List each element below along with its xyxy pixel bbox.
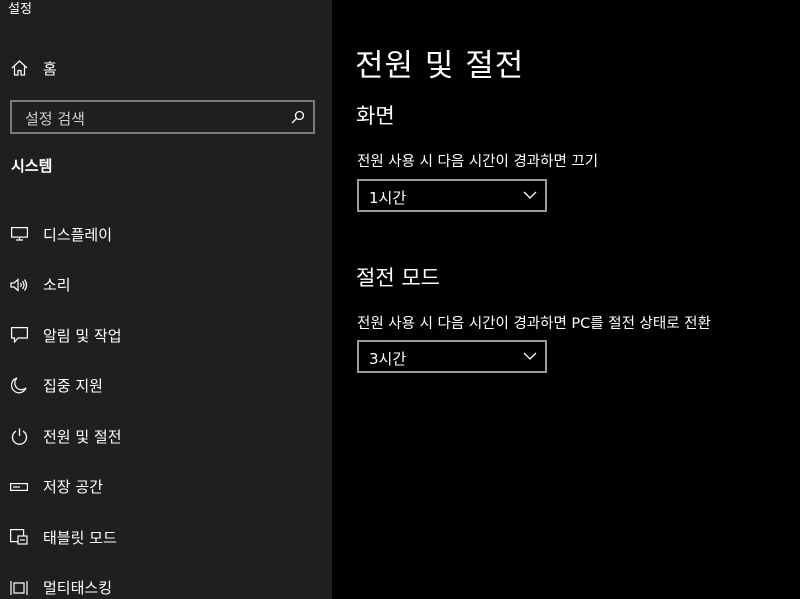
sidebar-nav: 디스플레이 소리 알림 및 작업 집중 지원 전원 및 절전 저장 공간 태블릿… <box>0 209 332 599</box>
sidebar-item-label: 디스플레이 <box>43 225 113 244</box>
sidebar-item-storage[interactable]: 저장 공간 <box>0 462 332 513</box>
power-icon <box>10 427 28 445</box>
home-label: 홈 <box>43 59 57 78</box>
sidebar-item-label: 집중 지원 <box>43 377 103 396</box>
search-placeholder: 설정 검색 <box>25 110 85 128</box>
main-content: 전원 및 절전 화면 전원 사용 시 다음 시간이 경과하면 끄기 1시간 절전… <box>332 0 800 599</box>
sleep-timeout-value: 3시간 <box>369 350 407 368</box>
sidebar-item-label: 멀티태스킹 <box>43 579 113 598</box>
chevron-down-icon <box>523 351 537 361</box>
sidebar-item-power-sleep[interactable]: 전원 및 절전 <box>0 411 332 462</box>
home-nav-item[interactable]: 홈 <box>0 52 332 84</box>
section-heading-system: 시스템 <box>11 157 53 175</box>
notification-icon <box>10 326 28 344</box>
home-icon <box>11 60 28 76</box>
app-title: 설정 <box>8 2 32 17</box>
sidebar-item-label: 전원 및 절전 <box>43 427 122 446</box>
display-icon <box>10 225 28 243</box>
multitasking-icon <box>10 579 28 597</box>
sleep-timeout-label: 전원 사용 시 다음 시간이 경과하면 PC를 절전 상태로 전환 <box>357 316 711 332</box>
sidebar-item-label: 저장 공간 <box>43 478 103 497</box>
storage-icon <box>10 478 28 496</box>
sidebar-item-tablet-mode[interactable]: 태블릿 모드 <box>0 512 332 563</box>
screen-timeout-dropdown[interactable]: 1시간 <box>357 179 547 212</box>
sidebar-item-display[interactable]: 디스플레이 <box>0 209 332 260</box>
search-input[interactable]: 설정 검색 <box>10 100 315 134</box>
page-title: 전원 및 절전 <box>355 48 525 84</box>
chevron-down-icon <box>523 190 537 200</box>
settings-window: 설정 홈 설정 검색 시스템 디스플레이 소리 알림 및 작업 집중 지원 전원… <box>0 0 800 599</box>
sidebar-item-multitasking[interactable]: 멀티태스킹 <box>0 563 332 599</box>
sidebar-item-label: 소리 <box>43 276 71 295</box>
screen-timeout-value: 1시간 <box>369 189 407 207</box>
sidebar-item-label: 알림 및 작업 <box>43 326 122 345</box>
sidebar: 설정 홈 설정 검색 시스템 디스플레이 소리 알림 및 작업 집중 지원 전원… <box>0 0 332 599</box>
sleep-heading: 절전 모드 <box>356 266 440 290</box>
screen-timeout-label: 전원 사용 시 다음 시간이 경과하면 끄기 <box>357 154 599 170</box>
search-icon[interactable] <box>291 110 305 124</box>
sidebar-item-label: 태블릿 모드 <box>43 528 117 547</box>
screen-heading: 화면 <box>356 104 395 128</box>
sleep-timeout-dropdown[interactable]: 3시간 <box>357 340 547 373</box>
speaker-icon <box>10 276 28 294</box>
sidebar-item-sound[interactable]: 소리 <box>0 260 332 311</box>
sidebar-item-focus-assist[interactable]: 집중 지원 <box>0 361 332 412</box>
moon-icon <box>10 377 28 395</box>
tablet-mode-icon <box>10 528 28 546</box>
sidebar-item-notifications[interactable]: 알림 및 작업 <box>0 310 332 361</box>
